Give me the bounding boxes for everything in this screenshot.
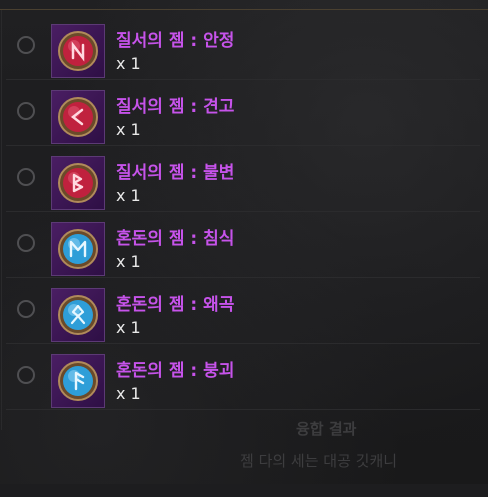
gem-quantity: x 1 xyxy=(116,186,141,205)
select-radio[interactable] xyxy=(17,300,35,318)
gem-quantity: x 1 xyxy=(116,120,141,139)
gem-selection-panel: 융합 결과 젬 다의 세는 대공 깃캐니 질서의 젬 : 안정 x 1 질서의 … xyxy=(0,0,488,497)
gem-quantity: x 1 xyxy=(116,54,141,73)
gem-row[interactable]: 혼돈의 젬 : 왜곡 x 1 xyxy=(0,278,480,344)
gem-row[interactable]: 혼돈의 젬 : 붕괴 x 1 xyxy=(0,344,480,410)
gem-icon-slot[interactable] xyxy=(51,90,105,144)
gem-name: 질서의 젬 : 견고 xyxy=(116,97,235,117)
gem-icon-slot[interactable] xyxy=(51,24,105,78)
gem-list: 질서의 젬 : 안정 x 1 질서의 젬 : 견고 x 1 질서의 젬: 불변… xyxy=(0,14,480,410)
gem-row[interactable]: 질서의 젬 : 견고 x 1 xyxy=(0,80,480,146)
select-radio[interactable] xyxy=(17,36,35,54)
gem-name: 혼돈의 젬 : 침식 xyxy=(116,229,235,249)
rune-x-icon xyxy=(58,295,98,335)
rune-a-icon xyxy=(58,361,98,401)
gem-name: 혼돈의 젬 : 붕괴 xyxy=(116,361,235,381)
gem-quantity: x 1 xyxy=(116,318,141,337)
gem-icon-slot[interactable] xyxy=(51,354,105,408)
gem-quantity: x 1 xyxy=(116,384,141,403)
background-caption: 젬 다의 세는 대공 깃캐니 xyxy=(240,452,398,470)
gem-name: 질서의 젬 : 안정 xyxy=(116,31,235,51)
bottom-strip xyxy=(0,484,488,497)
gem-row[interactable]: 혼돈의 젬 : 침식 x 1 xyxy=(0,212,480,278)
gem-quantity: x 1 xyxy=(116,252,141,271)
rune-m-icon xyxy=(58,229,98,269)
gem-icon-slot[interactable] xyxy=(51,288,105,342)
select-radio[interactable] xyxy=(17,168,35,186)
rune-n-icon xyxy=(58,31,98,71)
gem-name: 질서의 젬 : 불변 xyxy=(116,163,235,183)
gem-name: 혼돈의 젬 : 왜곡 xyxy=(116,295,235,315)
gem-row[interactable]: 질서의 젬 : 불변 x 1 xyxy=(0,146,480,212)
rune-b-icon xyxy=(58,163,98,203)
gem-row[interactable]: 질서의 젬 : 안정 x 1 xyxy=(0,14,480,80)
select-radio[interactable] xyxy=(17,234,35,252)
gem-icon-slot[interactable] xyxy=(51,156,105,210)
top-divider xyxy=(0,9,488,10)
select-radio[interactable] xyxy=(17,366,35,384)
background-title: 융합 결과 xyxy=(296,420,357,438)
select-radio[interactable] xyxy=(17,102,35,120)
gem-icon-slot[interactable] xyxy=(51,222,105,276)
rune-chevron-icon xyxy=(58,97,98,137)
